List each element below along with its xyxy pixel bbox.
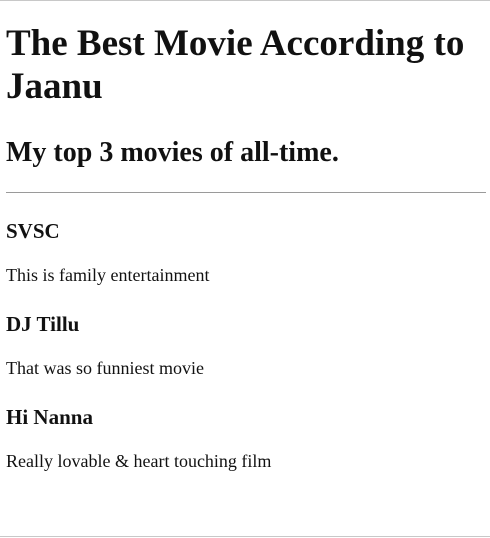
movie-item: DJ Tillu That was so funniest movie [6, 312, 486, 379]
page-title: The Best Movie According to Jaanu [6, 23, 465, 107]
movie-title: Hi Nanna [6, 405, 93, 429]
movie-description: Really lovable & heart touching film [6, 451, 272, 471]
movie-title: SVSC [6, 219, 60, 243]
page-subtitle: My top 3 movies of all-time. [6, 137, 339, 168]
page-content: The Best Movie According to Jaanu My top… [6, 0, 486, 472]
movie-description: That was so funniest movie [6, 358, 204, 378]
divider [6, 192, 486, 193]
movie-title: DJ Tillu [6, 312, 80, 336]
movie-item: Hi Nanna Really lovable & heart touching… [6, 405, 486, 472]
movie-description: This is family entertainment [6, 265, 210, 285]
movie-item: SVSC This is family entertainment [6, 219, 486, 286]
movie-list: SVSC This is family entertainment DJ Til… [6, 219, 486, 472]
bottom-border [0, 536, 490, 537]
